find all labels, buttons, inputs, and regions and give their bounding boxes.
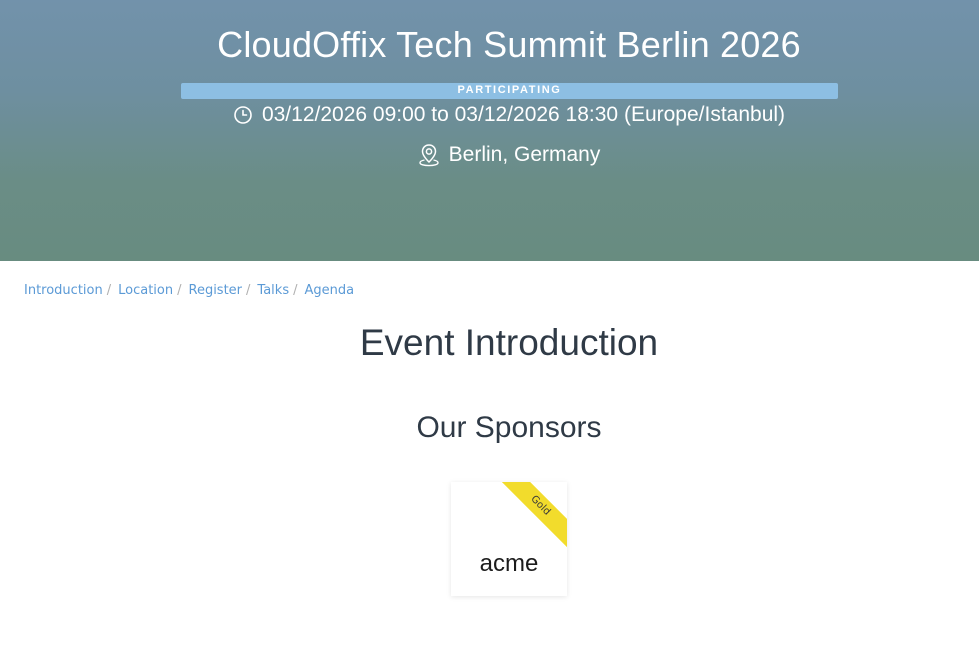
- event-header: CloudOffix Tech Summit Berlin 2026 PARTI…: [0, 0, 979, 261]
- event-date-line: 03/12/2026 09:00 to 03/12/2026 18:30 (Eu…: [0, 103, 979, 127]
- event-location: Berlin, Germany: [448, 143, 601, 166]
- breadcrumb-separator: /: [293, 283, 298, 298]
- status-badge: PARTICIPATING: [181, 83, 838, 99]
- section-title-introduction: Event Introduction: [359, 322, 659, 363]
- breadcrumb-separator: /: [246, 283, 251, 298]
- breadcrumb-separator: /: [177, 283, 182, 298]
- event-location-line: Berlin, Germany: [0, 143, 979, 167]
- map-pin-icon: [418, 143, 440, 167]
- breadcrumb-separator: /: [106, 283, 112, 298]
- sponsor-level-ribbon: Gold: [496, 482, 567, 550]
- breadcrumb-item-register[interactable]: Register: [189, 283, 243, 298]
- breadcrumb-item-agenda[interactable]: Agenda: [304, 283, 354, 298]
- clock-icon: [233, 105, 253, 125]
- sponsor-card[interactable]: Gold acme: [451, 482, 567, 596]
- section-title-sponsors: Our Sponsors: [416, 411, 602, 444]
- breadcrumb: Introduction / Location / Register / Tal…: [24, 283, 354, 298]
- event-title: CloudOffix Tech Summit Berlin 2026: [217, 24, 801, 65]
- breadcrumb-item-location[interactable]: Location: [118, 283, 173, 298]
- sponsor-logo: acme: [479, 550, 539, 577]
- event-date-range: 03/12/2026 09:00 to 03/12/2026 18:30 (Eu…: [261, 103, 786, 126]
- breadcrumb-item-talks[interactable]: Talks: [257, 283, 289, 298]
- breadcrumb-item-introduction[interactable]: Introduction: [24, 283, 103, 298]
